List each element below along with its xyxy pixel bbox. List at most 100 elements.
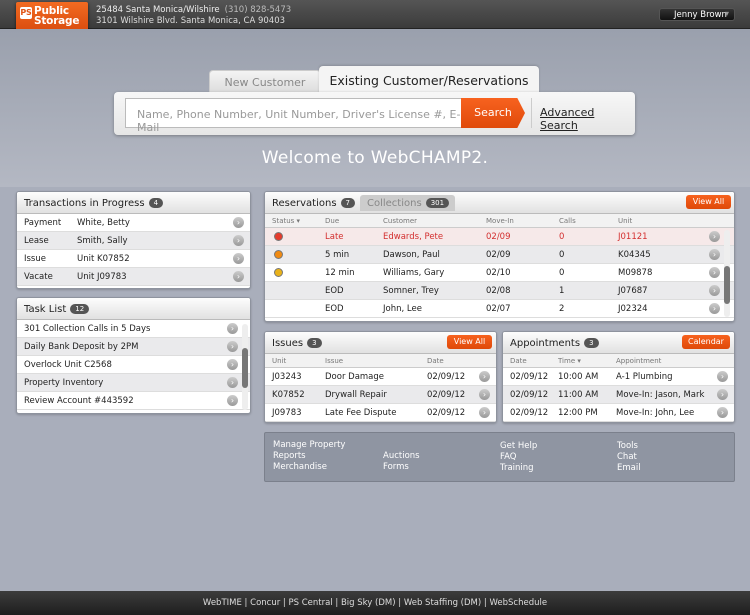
issue-row[interactable]: K07852 Drywall Repair 02/09/12 ›	[265, 386, 496, 404]
tab-new-customer[interactable]: New Customer	[209, 70, 321, 92]
col-customer[interactable]: Customer	[383, 217, 417, 225]
appointment-row[interactable]: 02/09/12 11:00 AM Move-In: Jason, Mark ›	[503, 386, 734, 404]
transaction-detail: Smith, Sally	[77, 236, 128, 246]
task-list-scrollbar[interactable]	[242, 324, 248, 410]
issues-view-all-button[interactable]: View All	[447, 335, 492, 349]
transaction-row[interactable]: Issue Unit K07852 ›	[17, 250, 250, 268]
chevron-right-icon[interactable]: ›	[717, 371, 728, 382]
bottom-link-concur[interactable]: Concur	[250, 598, 280, 608]
appointment-row[interactable]: 02/09/12 12:00 PM Move-In: John, Lee ›	[503, 404, 734, 422]
tab-collections[interactable]: Collections 301	[360, 195, 456, 211]
link-chat[interactable]: Chat	[617, 452, 637, 462]
link-merchandise[interactable]: Merchandise	[273, 462, 327, 472]
col-calls[interactable]: Calls	[559, 217, 576, 225]
col-time[interactable]: Time ▾	[558, 357, 581, 365]
col-date[interactable]: Date	[427, 357, 444, 365]
col-unit[interactable]: Unit	[618, 217, 632, 225]
link-faq[interactable]: FAQ	[500, 452, 516, 462]
issue-description: Late Fee Dispute	[325, 408, 397, 418]
task-label: 301 Collection Calls in 5 Days	[24, 324, 151, 334]
task-row[interactable]: Overlock Unit C2568 ›	[17, 356, 250, 374]
task-row[interactable]: Review Account #443592 ›	[17, 392, 250, 410]
reservations-scrollbar[interactable]	[724, 230, 730, 317]
link-tools[interactable]: Tools	[617, 441, 638, 451]
link-reports[interactable]: Reports	[273, 451, 306, 461]
transaction-row[interactable]: Vacate Unit J09783 ›	[17, 268, 250, 286]
chevron-right-icon[interactable]: ›	[709, 231, 720, 242]
reservation-row[interactable]: Late Edwards, Pete 02/09 0 J01121 ›	[265, 228, 734, 246]
col-move-in[interactable]: Move-In	[486, 217, 514, 225]
chevron-right-icon[interactable]: ›	[709, 303, 720, 314]
search-button[interactable]: Search	[461, 98, 525, 128]
chevron-right-icon[interactable]: ›	[227, 395, 238, 406]
appointment-date: 02/09/12	[510, 408, 549, 418]
bottom-link-webtime[interactable]: WebTIME	[203, 598, 242, 608]
chevron-right-icon[interactable]: ›	[233, 253, 244, 264]
issue-row[interactable]: J09783 Late Fee Dispute 02/09/12 ›	[265, 404, 496, 422]
chevron-right-icon[interactable]: ›	[717, 389, 728, 400]
reservation-row[interactable]: EOD John, Lee 02/07 2 J02324 ›	[265, 300, 734, 318]
transaction-detail: White, Betty	[77, 218, 130, 228]
transaction-row[interactable]: Payment White, Betty ›	[17, 214, 250, 232]
col-status[interactable]: Status ▾	[272, 217, 300, 225]
link-training[interactable]: Training	[500, 463, 534, 473]
reservation-row[interactable]: 5 min Dawson, Paul 02/09 0 K04345 ›	[265, 246, 734, 264]
reservations-rows: Late Edwards, Pete 02/09 0 J01121 › 5 min Dawso…	[265, 228, 734, 318]
chevron-right-icon[interactable]: ›	[709, 285, 720, 296]
chevron-right-icon[interactable]: ›	[709, 267, 720, 278]
chevron-right-icon[interactable]: ›	[227, 341, 238, 352]
reservation-calls: 0	[559, 250, 565, 260]
transaction-row[interactable]: Lease Smith, Sally ›	[17, 232, 250, 250]
chevron-right-icon[interactable]: ›	[717, 407, 728, 418]
search-input[interactable]: Name, Phone Number, Unit Number, Driver'…	[125, 98, 463, 134]
task-row[interactable]: 301 Collection Calls in 5 Days ›	[17, 320, 250, 338]
user-menu[interactable]: Jenny Brown ▾	[659, 8, 735, 21]
reservations-view-all-button[interactable]: View All	[686, 195, 731, 209]
scrollbar-thumb[interactable]	[242, 348, 248, 388]
status-indicator-icon	[274, 232, 283, 241]
chevron-right-icon[interactable]: ›	[227, 359, 238, 370]
appointments-title: Appointments	[510, 338, 581, 349]
chevron-down-icon: ▾	[724, 9, 729, 18]
chevron-right-icon[interactable]: ›	[233, 235, 244, 246]
col-appointment[interactable]: Appointment	[616, 357, 661, 365]
col-date[interactable]: Date	[510, 357, 527, 365]
bottom-link-ps-central[interactable]: PS Central	[289, 598, 333, 608]
link-email[interactable]: Email	[617, 463, 641, 473]
appointments-header: Appointments 3 Calendar	[503, 332, 734, 354]
link-manage-property[interactable]: Manage Property	[273, 440, 345, 450]
calendar-button[interactable]: Calendar	[682, 335, 730, 349]
col-issue[interactable]: Issue	[325, 357, 343, 365]
col-due[interactable]: Due	[325, 217, 339, 225]
bottom-link-web-staffing[interactable]: Web Staffing (DM)	[404, 598, 481, 608]
site-line1: 25484 Santa Monica/Wilshire	[96, 5, 220, 15]
chevron-right-icon[interactable]: ›	[227, 377, 238, 388]
chevron-right-icon[interactable]: ›	[227, 323, 238, 334]
chevron-right-icon[interactable]: ›	[479, 389, 490, 400]
reservation-row[interactable]: EOD Somner, Trey 02/08 1 J07687 ›	[265, 282, 734, 300]
issue-row[interactable]: J03243 Door Damage 02/09/12 ›	[265, 368, 496, 386]
scrollbar-thumb[interactable]	[724, 266, 730, 304]
chevron-right-icon[interactable]: ›	[479, 407, 490, 418]
chevron-right-icon[interactable]: ›	[233, 271, 244, 282]
task-label: Review Account #443592	[24, 396, 134, 406]
link-get-help[interactable]: Get Help	[500, 441, 537, 451]
col-unit[interactable]: Unit	[272, 357, 286, 365]
link-forms[interactable]: Forms	[383, 462, 409, 472]
reservation-row[interactable]: 12 min Williams, Gary 02/10 0 M09878 ›	[265, 264, 734, 282]
bottom-link-big-sky[interactable]: Big Sky (DM)	[341, 598, 396, 608]
task-row[interactable]: Property Inventory ›	[17, 374, 250, 392]
chevron-right-icon[interactable]: ›	[479, 371, 490, 382]
chevron-right-icon[interactable]: ›	[233, 217, 244, 228]
task-list-panel: Task List 12 301 Collection Calls in 5 Da…	[16, 297, 251, 414]
task-row[interactable]: Daily Bank Deposit by 2PM ›	[17, 338, 250, 356]
reservation-move-in: 02/07	[486, 304, 511, 314]
transaction-type: Payment	[24, 218, 62, 228]
bottom-link-webschedule[interactable]: WebSchedule	[489, 598, 547, 608]
appointment-time: 11:00 AM	[558, 390, 599, 400]
appointment-row[interactable]: 02/09/12 10:00 AM A-1 Plumbing ›	[503, 368, 734, 386]
tab-reservations[interactable]: Reservations 7	[272, 198, 356, 209]
link-auctions[interactable]: Auctions	[383, 451, 420, 461]
chevron-right-icon[interactable]: ›	[709, 249, 720, 260]
advanced-search-link[interactable]: Advanced Search	[531, 98, 631, 132]
